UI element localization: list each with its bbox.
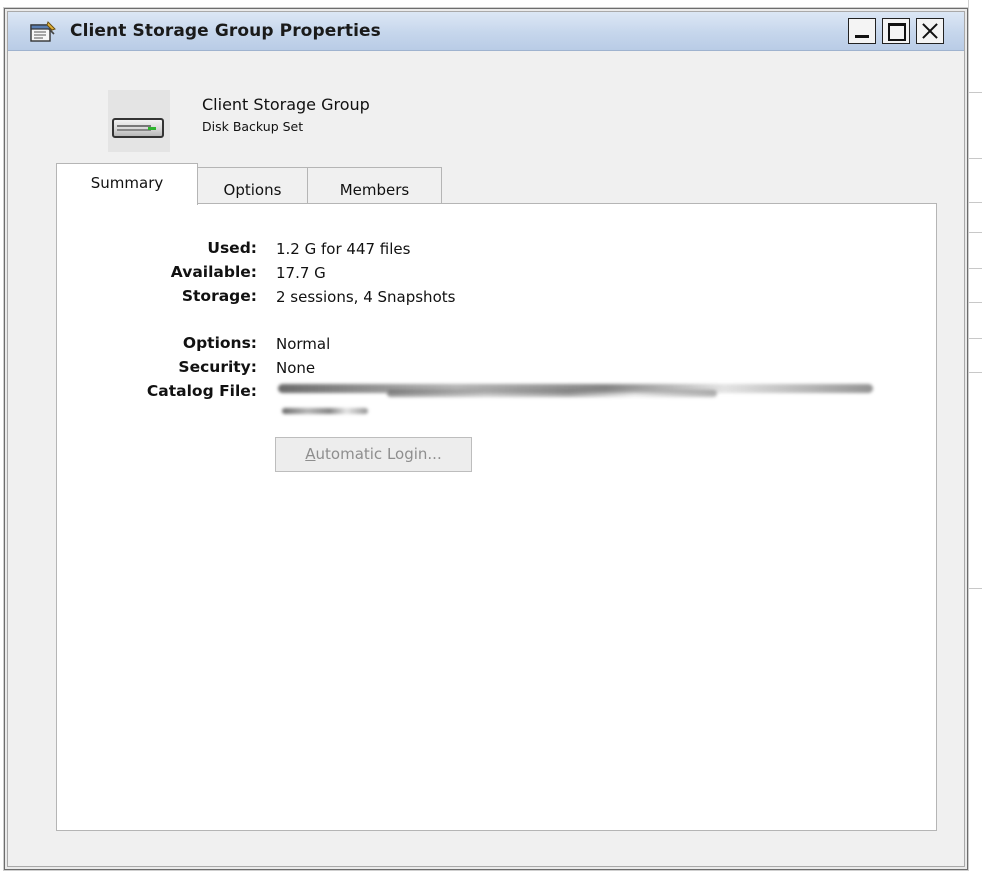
disk-drive-icon bbox=[108, 90, 170, 152]
storage-label: Storage: bbox=[181, 287, 257, 305]
tab-members[interactable]: Members bbox=[307, 167, 442, 204]
options-label: Options: bbox=[182, 334, 257, 352]
desktop: Client Storage Group Properties Client S… bbox=[0, 0, 982, 871]
available-value: 17.7 G bbox=[276, 264, 326, 282]
catalog-file-label: Catalog File: bbox=[146, 382, 257, 400]
security-label: Security: bbox=[178, 358, 257, 376]
window-title: Client Storage Group Properties bbox=[70, 21, 381, 41]
properties-icon bbox=[30, 21, 56, 42]
used-label: Used: bbox=[207, 239, 257, 257]
available-label: Available: bbox=[170, 263, 257, 281]
storage-group-name: Client Storage Group bbox=[202, 95, 370, 114]
used-value: 1.2 G for 447 files bbox=[276, 240, 411, 258]
tab-summary[interactable]: Summary bbox=[56, 163, 198, 205]
options-value: Normal bbox=[276, 335, 331, 353]
properties-window: Client Storage Group Properties Client S… bbox=[4, 8, 968, 870]
close-button[interactable] bbox=[916, 18, 944, 44]
background-window-edge bbox=[968, 0, 982, 871]
summary-panel: Used: 1.2 G for 447 files Available: 17.… bbox=[56, 203, 937, 831]
window-frame: Client Storage Group Properties Client S… bbox=[7, 11, 965, 867]
tab-options[interactable]: Options bbox=[197, 167, 308, 204]
minimize-button[interactable] bbox=[848, 18, 876, 44]
automatic-login-button[interactable]: Automatic Login... bbox=[275, 437, 472, 472]
security-value: None bbox=[276, 359, 316, 377]
maximize-button[interactable] bbox=[882, 18, 910, 44]
storage-value: 2 sessions, 4 Snapshots bbox=[276, 288, 456, 306]
storage-group-type: Disk Backup Set bbox=[202, 119, 304, 134]
title-bar[interactable]: Client Storage Group Properties bbox=[8, 12, 964, 51]
